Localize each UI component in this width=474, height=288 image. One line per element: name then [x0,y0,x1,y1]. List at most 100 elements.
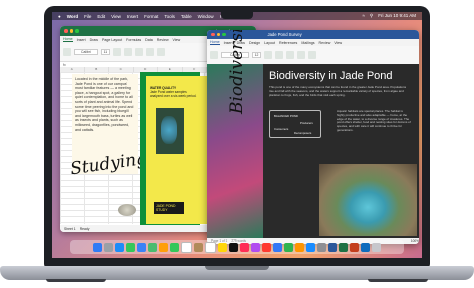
reminders-icon[interactable] [205,241,216,253]
laptop-opening-notch [205,266,269,270]
facetime-icon[interactable] [170,242,179,252]
doc-heading: Biodiversity in Jade Pond [269,70,393,82]
screen: ● Word File Edit View Insert Format Tool… [52,12,422,258]
tab-draw[interactable]: Draw [90,38,98,42]
news-icon[interactable] [262,242,271,252]
tv-icon[interactable] [229,242,238,252]
tab-references[interactable]: References [279,41,297,45]
laptop-foot-left [46,279,106,282]
word-window: Jade Pond Survey Home Insert Draw Design… [207,30,419,244]
music-icon[interactable] [240,242,249,252]
keynote-icon[interactable] [273,242,282,252]
numbers-icon[interactable] [284,242,293,252]
paste-icon[interactable] [63,48,71,56]
italic-icon[interactable] [275,51,284,59]
bold-icon[interactable] [264,51,273,59]
app-store-icon[interactable] [306,242,315,252]
styles-icon[interactable] [297,51,306,59]
ecosystem-diagram: BALANCED POND Producers Consumers Decomp… [269,110,321,138]
tab-home[interactable]: Home [210,40,220,45]
menu-edit[interactable]: Edit [97,14,105,19]
camera-notch [221,12,253,19]
menu-file[interactable]: File [84,14,91,19]
pond-aerial-image [319,164,417,236]
tab-view[interactable]: View [173,38,181,42]
zoom-level[interactable]: 100% [411,239,419,243]
close-icon[interactable] [64,29,68,33]
word-icon[interactable] [328,242,337,252]
messages-icon[interactable] [126,242,135,252]
status-text: Ready [79,226,90,231]
launchpad-icon[interactable] [104,242,113,252]
minimize-icon[interactable] [216,32,220,37]
minimize-icon[interactable] [69,29,73,33]
doc-paragraph: Aquatic habitats are special places. The… [337,109,411,132]
clock[interactable]: Fri Jun 10 9:41 AM [378,13,416,19]
tab-insert[interactable]: Insert [77,38,86,42]
conditional-format-icon[interactable] [146,48,155,56]
underline-icon[interactable] [286,51,295,59]
notes-icon[interactable] [218,242,227,252]
dictate-icon[interactable] [308,51,317,59]
menu-format[interactable]: Format [144,14,158,19]
stone-image [118,204,136,216]
menu-window[interactable]: Window [198,14,214,19]
trash-icon[interactable] [372,242,381,252]
menu-table[interactable]: Table [181,14,192,19]
zoom-icon[interactable] [222,32,226,37]
tab-formulas[interactable]: Formulas [126,38,141,42]
maps-icon[interactable] [148,242,157,252]
tab-design[interactable]: Design [249,41,260,45]
diagram-label: Producers [300,121,313,125]
apple-menu-icon[interactable]: ● [58,14,61,19]
tab-home[interactable]: Home [63,37,73,42]
safari-icon[interactable] [115,242,124,252]
contacts-icon[interactable] [194,242,203,252]
diagram-center-label: BALANCED POND [274,114,298,118]
pages-icon[interactable] [295,242,304,252]
podcasts-icon[interactable] [251,242,260,252]
cells-icon[interactable] [157,48,166,56]
align-icon[interactable] [124,48,133,56]
poster-footer: JADE POND STUDY [154,202,184,214]
sheet-tab[interactable]: Sheet 1 [64,227,76,231]
close-icon[interactable] [211,32,215,37]
tab-mailings[interactable]: Mailings [301,41,314,45]
menu-insert[interactable]: Insert [127,14,138,19]
excel-icon[interactable] [339,242,348,252]
tab-view[interactable]: View [334,41,342,45]
search-icon[interactable]: ⚲ [370,13,373,19]
laptop-foot-right [368,279,428,282]
tab-layout[interactable]: Layout [264,41,275,45]
word-title: Jade Pond Survey [267,32,302,37]
tab-review[interactable]: Review [319,41,331,45]
number-format-icon[interactable] [135,48,144,56]
powerpoint-icon[interactable] [350,242,359,252]
font-size-select[interactable]: 11 [100,49,111,55]
outlook-icon[interactable] [361,242,370,252]
calendar-icon[interactable] [181,241,192,253]
menu-view[interactable]: View [111,14,121,19]
zoom-icon[interactable] [75,29,79,33]
finder-icon[interactable] [93,242,102,252]
doc-paragraph: This pond is one of the many ecosystems … [269,85,407,97]
tab-page-layout[interactable]: Page Layout [102,38,122,42]
tab-review[interactable]: Review [157,38,169,42]
bold-icon[interactable] [113,48,122,56]
mail-icon[interactable] [137,242,146,252]
tab-data[interactable]: Data [145,38,153,42]
menu-tools[interactable]: Tools [164,14,175,19]
settings-icon[interactable] [317,242,326,252]
poster-body: Jade Pond water samples analyzed over a … [150,90,197,98]
menu-app[interactable]: Word [67,14,78,19]
paste-icon[interactable] [210,51,218,59]
handwriting-text: Biodiversity [227,30,247,114]
photos-icon[interactable] [159,242,168,252]
poster-text: WATER QUALITY Jade Pond water samples an… [150,86,200,98]
font-select[interactable]: Calibri [74,49,98,55]
wifi-icon[interactable]: ≈ [362,13,364,19]
pond-map-image [154,106,186,156]
menu-extras: ≈ ⚲ Fri Jun 10 9:41 AM [362,13,422,19]
diagram-label: Consumers [274,127,289,131]
font-size-select[interactable]: 12 [251,52,262,58]
